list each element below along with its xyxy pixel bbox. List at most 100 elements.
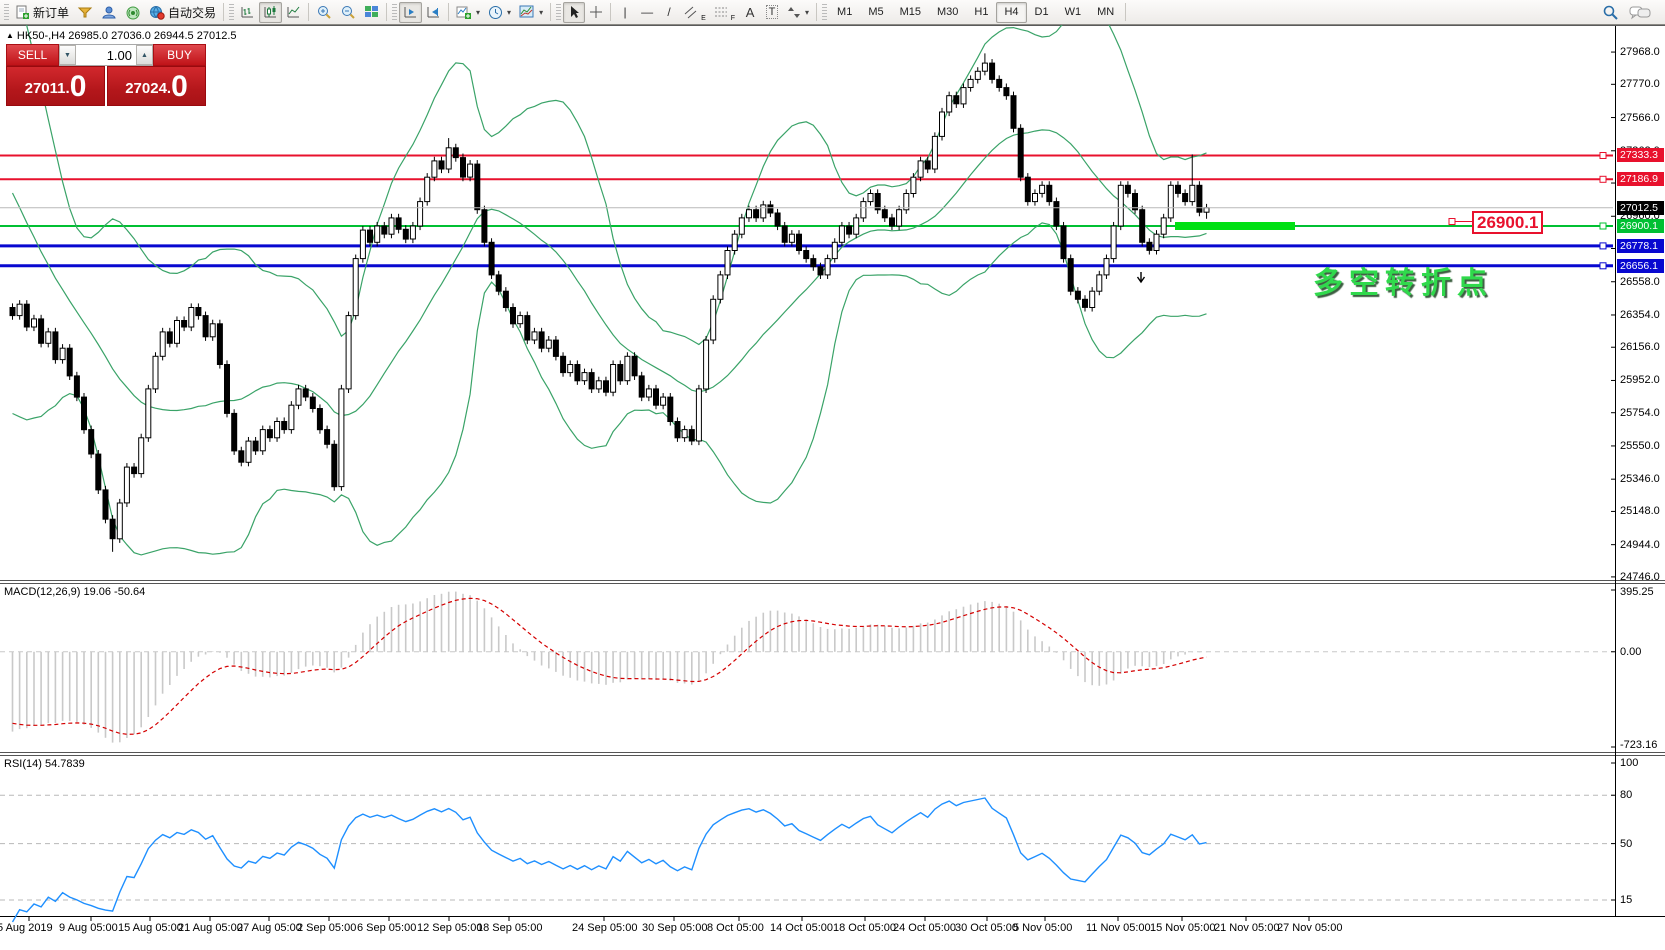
market-depth-button[interactable] (73, 2, 97, 23)
line-chart-button[interactable] (282, 2, 305, 23)
timeframe-button-M15[interactable]: M15 (892, 2, 929, 23)
text-tool-icon: A (745, 4, 755, 20)
trendline-tool[interactable]: / (658, 2, 680, 23)
volume-increase-button[interactable]: ▲ (136, 45, 153, 65)
tile-windows-button[interactable] (360, 2, 383, 23)
periods-clock-icon (489, 5, 503, 19)
price-level-label-box[interactable]: 26900.1 (1472, 211, 1544, 234)
symbol-header: ▲ HK50-,H4 26985.0 27036.0 26944.5 27012.… (6, 30, 237, 42)
periods-button[interactable]: ▾ (484, 2, 515, 23)
timeframe-button-M5[interactable]: M5 (860, 2, 891, 23)
sell-price-main: 27011. (24, 80, 70, 97)
bar-chart-button[interactable] (236, 2, 259, 23)
time-axis-label: 11 Nov 05:00 (1086, 922, 1151, 934)
search-icon[interactable] (1602, 4, 1619, 20)
macd-axis-min: -723.16 (1620, 739, 1658, 751)
cursor-button[interactable] (563, 1, 586, 23)
time-axis-label: 30 Sep 05:00 (642, 922, 708, 934)
signals-button[interactable] (121, 2, 145, 23)
timeframe-button-M30[interactable]: M30 (929, 2, 966, 23)
timeframe-button-D1[interactable]: D1 (1027, 2, 1057, 23)
toolbar: 新订单 自动交易 ▾ ▾ ▾ | — / E F A T ▾ M1 M5 M15… (0, 0, 1665, 25)
rsi-axis-label: 15 (1620, 894, 1633, 906)
time-axis-label: 21 Aug 05:00 (178, 922, 243, 934)
turning-point-annotation: 多空转折点 (1313, 267, 1493, 300)
templates-button[interactable]: ▾ (515, 2, 547, 23)
collapse-triangle-icon[interactable]: ▲ (6, 31, 14, 40)
autotrading-button[interactable]: 自动交易 (145, 2, 220, 23)
time-axis-label: 8 Oct 05:00 (707, 922, 764, 934)
buy-button[interactable]: BUY (153, 44, 206, 66)
new-order-label: 新订单 (33, 5, 70, 20)
zoom-out-button[interactable] (336, 2, 360, 23)
zoom-in-icon (318, 5, 331, 19)
timeframe-button-H1[interactable]: H1 (966, 2, 996, 23)
periods-caret-icon: ▾ (507, 7, 512, 17)
channel-icon (684, 6, 697, 18)
sell-price-big-digit: 0 (69, 70, 87, 103)
macd-axis-max: 395.25 (1620, 586, 1654, 598)
new-order-button[interactable]: 新订单 (11, 2, 73, 23)
time-axis-label: 5 Nov 05:00 (1013, 922, 1073, 934)
time-axis-label: 27 Nov 05:00 (1277, 922, 1343, 934)
time-axis-label: 18 Sep 05:00 (477, 922, 543, 934)
community-button[interactable] (97, 2, 121, 23)
price-tick-label: 25148.0 (1620, 505, 1660, 517)
sell-button[interactable]: SELL (6, 44, 59, 66)
crosshair-button[interactable] (585, 2, 607, 23)
timeframe-button-MN[interactable]: MN (1089, 2, 1122, 23)
indicators-button[interactable]: ▾ (452, 2, 484, 23)
fibonacci-tool[interactable]: F (710, 2, 739, 23)
tile-windows-icon (365, 6, 379, 17)
price-tick-label: 26354.0 (1620, 309, 1660, 321)
templates-icon (519, 5, 534, 18)
chart-shift-button[interactable] (422, 2, 445, 23)
volume-decrease-button[interactable]: ▼ (59, 45, 76, 65)
time-axis-label: 18 Oct 05:00 (833, 922, 896, 934)
price-line-tag: 27186.9 (1617, 172, 1664, 186)
auto-scroll-button[interactable] (399, 1, 423, 23)
time-axis-label: 2 Sep 05:00 (297, 922, 357, 934)
rsi-axis-label: 50 (1620, 838, 1633, 850)
vertical-line-tool[interactable]: | (614, 2, 636, 23)
time-axis-label: 24 Oct 05:00 (893, 922, 956, 934)
chat-icon[interactable] (1629, 5, 1651, 20)
price-line-tag: 27333.3 (1617, 148, 1664, 162)
buy-price-display[interactable]: 27024. 0 (107, 66, 206, 106)
time-axis-label: 14 Oct 05:00 (770, 922, 833, 934)
zoom-in-button[interactable] (312, 2, 336, 23)
macd-axis-zero: 0.00 (1620, 646, 1642, 658)
time-axis-label: 24 Sep 05:00 (572, 922, 638, 934)
mt4-window: 新订单 自动交易 ▾ ▾ ▾ | — / E F A T ▾ M1 M5 M15… (0, 0, 1665, 950)
label-tool[interactable]: T (761, 2, 783, 23)
arrows-tool[interactable]: ▾ (783, 2, 813, 23)
time-axis-label: 12 Sep 05:00 (417, 922, 483, 934)
timeframe-button-H4[interactable]: H4 (996, 1, 1027, 23)
price-tick-label: 26156.0 (1620, 341, 1660, 353)
arrows-caret-icon: ▾ (805, 7, 810, 17)
horizontal-line-tool[interactable]: — (636, 2, 658, 23)
candlestick-chart-button[interactable] (259, 1, 283, 23)
rsi-axis-label: 80 (1620, 789, 1633, 801)
time-axis-label: 27 Aug 05:00 (237, 922, 302, 934)
autotrading-label: 自动交易 (168, 5, 217, 20)
text-tool[interactable]: A (739, 2, 761, 23)
new-order-icon (16, 5, 29, 19)
time-axis-label: 15 Aug 05:00 (118, 922, 183, 934)
sell-price-display[interactable]: 27011. 0 (6, 66, 105, 106)
cursor-icon (570, 6, 579, 18)
auto-scroll-icon (404, 7, 417, 18)
channel-tool[interactable]: E (680, 2, 710, 23)
label-tool-icon: T (765, 5, 779, 19)
line-chart-icon (287, 6, 300, 18)
symbol-ohlc-text: HK50-,H4 26985.0 27036.0 26944.5 27012.5 (16, 30, 237, 42)
timeframe-button-M1[interactable]: M1 (829, 2, 860, 23)
timeframe-button-W1[interactable]: W1 (1057, 2, 1090, 23)
price-line-tag: 26778.1 (1617, 239, 1664, 253)
chart-shift-icon (427, 7, 440, 18)
price-line-tag: 26656.1 (1617, 259, 1664, 273)
time-axis-label: 15 Nov 05:00 (1150, 922, 1216, 934)
price-tick-label: 24746.0 (1620, 571, 1660, 583)
price-tick-label: 25754.0 (1620, 407, 1660, 419)
volume-input[interactable] (76, 45, 136, 65)
